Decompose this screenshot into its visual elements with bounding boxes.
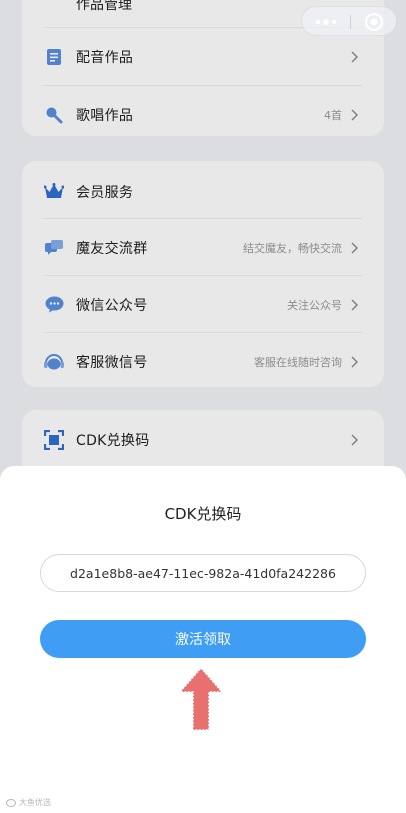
watermark: 大鱼优选 bbox=[6, 797, 51, 808]
app-page: 作品管理 配音作品 歌唱作品 4首 会员服务 魔友交流群 结交魔友，畅快交流 微… bbox=[0, 0, 406, 813]
dialog-title: CDK兑换码 bbox=[164, 505, 242, 523]
pointer-arrow-icon bbox=[178, 666, 224, 731]
close-miniprogram-icon[interactable] bbox=[364, 12, 384, 32]
watermark-logo-icon bbox=[6, 798, 16, 807]
cdk-code-input[interactable] bbox=[40, 554, 366, 592]
capsule-divider bbox=[350, 15, 351, 29]
miniprogram-capsule bbox=[301, 6, 397, 36]
activate-claim-button[interactable]: 激活领取 bbox=[40, 620, 366, 658]
cdk-redeem-dialog: CDK兑换码 激活领取 bbox=[0, 466, 406, 813]
watermark-text: 大鱼优选 bbox=[19, 798, 51, 807]
more-icon[interactable] bbox=[315, 19, 337, 25]
